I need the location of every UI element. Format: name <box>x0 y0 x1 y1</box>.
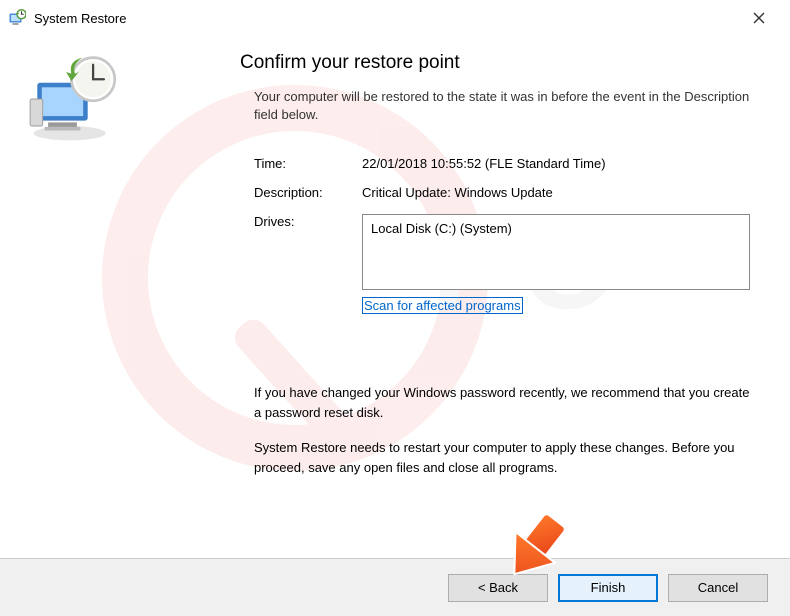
window-title: System Restore <box>34 11 736 26</box>
scan-affected-programs-link[interactable]: Scan for affected programs <box>362 297 523 314</box>
description-label: Description: <box>254 185 362 200</box>
page-heading: Confirm your restore point <box>240 52 750 74</box>
content-area: Confirm your restore point Your computer… <box>0 36 790 544</box>
restore-illustration-icon <box>26 54 126 144</box>
time-label: Time: <box>254 156 362 171</box>
time-value: 22/01/2018 10:55:52 (FLE Standard Time) <box>362 156 750 171</box>
footer: < Back Finish Cancel <box>0 558 790 616</box>
time-row: Time: 22/01/2018 10:55:52 (FLE Standard … <box>240 156 750 171</box>
description-row: Description: Critical Update: Windows Up… <box>240 185 750 200</box>
cancel-button[interactable]: Cancel <box>668 574 768 602</box>
drive-item[interactable]: Local Disk (C:) (System) <box>371 221 741 236</box>
system-restore-icon <box>8 9 26 27</box>
scan-link-row: Scan for affected programs <box>240 298 750 313</box>
description-value: Critical Update: Windows Update <box>362 185 750 200</box>
right-column: Confirm your restore point Your computer… <box>240 36 780 544</box>
restart-warning-text: System Restore needs to restart your com… <box>254 438 750 477</box>
titlebar: System Restore <box>0 0 790 36</box>
drives-label: Drives: <box>254 214 362 229</box>
back-button[interactable]: < Back <box>448 574 548 602</box>
finish-button[interactable]: Finish <box>558 574 658 602</box>
close-button[interactable] <box>736 3 782 33</box>
warning-block: If you have changed your Windows passwor… <box>240 383 750 477</box>
close-icon <box>753 12 765 24</box>
drives-row: Drives: Local Disk (C:) (System) <box>240 214 750 290</box>
password-warning-text: If you have changed your Windows passwor… <box>254 383 750 422</box>
left-column <box>10 36 240 544</box>
intro-text: Your computer will be restored to the st… <box>240 88 750 124</box>
drives-listbox[interactable]: Local Disk (C:) (System) <box>362 214 750 290</box>
